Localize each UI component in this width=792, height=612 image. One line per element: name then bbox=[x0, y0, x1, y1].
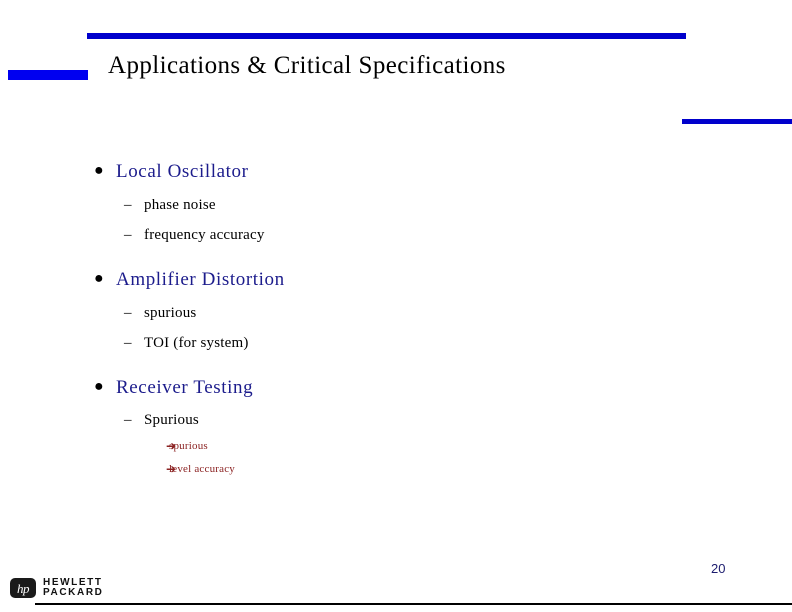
hp-logo: hp HEWLETT PACKARD bbox=[10, 578, 103, 598]
bullet-level2: – frequency accuracy bbox=[94, 227, 694, 244]
dash-icon: – bbox=[124, 196, 132, 213]
bullet-disc-icon: ● bbox=[94, 269, 105, 287]
bullet-level1: ● Receiver Testing bbox=[94, 376, 694, 400]
bullet-disc-icon: ● bbox=[94, 162, 105, 179]
hp-logo-line2: PACKARD bbox=[43, 587, 104, 598]
header-right-rule bbox=[682, 119, 792, 124]
page-title: Applications & Critical Specifications bbox=[108, 52, 506, 79]
dash-icon: – bbox=[124, 412, 132, 429]
bullet-level1-label: Amplifier Distortion bbox=[116, 268, 285, 290]
hp-logo-icon: hp bbox=[10, 578, 36, 598]
bullet-disc-icon: ● bbox=[94, 377, 105, 395]
slide: Applications & Critical Specifications ●… bbox=[0, 0, 792, 612]
bullet-level2-label: phase noise bbox=[144, 196, 216, 213]
bullet-level3-label: level accuracy bbox=[169, 463, 236, 476]
bullet-level3: ➔ spurious bbox=[94, 440, 694, 452]
dash-icon: – bbox=[124, 304, 132, 321]
bullet-level2: – spurious bbox=[94, 305, 694, 322]
bullet-level1: ● Amplifier Distortion bbox=[94, 268, 694, 292]
bullet-level2: – Spurious bbox=[94, 412, 694, 429]
bullet-level2-label: TOI (for system) bbox=[144, 334, 249, 351]
bullet-level2-label: frequency accuracy bbox=[144, 226, 265, 243]
title-top-rule bbox=[87, 33, 686, 39]
dash-icon: – bbox=[124, 334, 132, 351]
bullet-level1-label: Local Oscillator bbox=[116, 161, 249, 182]
title-left-accent-bar bbox=[8, 70, 88, 80]
bullet-level2-label: spurious bbox=[144, 304, 197, 321]
arrow-right-icon: ➔ bbox=[166, 439, 177, 454]
bullet-level2: – phase noise bbox=[94, 197, 694, 214]
page-number: 20 bbox=[711, 561, 726, 576]
hp-logo-mark-text: hp bbox=[17, 580, 30, 596]
bullet-level1-label: Receiver Testing bbox=[116, 376, 254, 398]
hp-logo-wordmark: HEWLETT PACKARD bbox=[43, 578, 103, 598]
arrow-right-icon: ➔ bbox=[166, 462, 177, 477]
bullet-level2: – TOI (for system) bbox=[94, 335, 694, 352]
bullet-level3: ➔ level accuracy bbox=[94, 463, 694, 475]
bullet-level2-label: Spurious bbox=[144, 412, 199, 429]
dash-icon: – bbox=[124, 226, 132, 243]
footer-rule bbox=[35, 603, 792, 605]
bullet-level1: ● Local Oscillator bbox=[94, 160, 694, 184]
bullet-list: ● Local Oscillator – phase noise – frequ… bbox=[94, 160, 694, 475]
